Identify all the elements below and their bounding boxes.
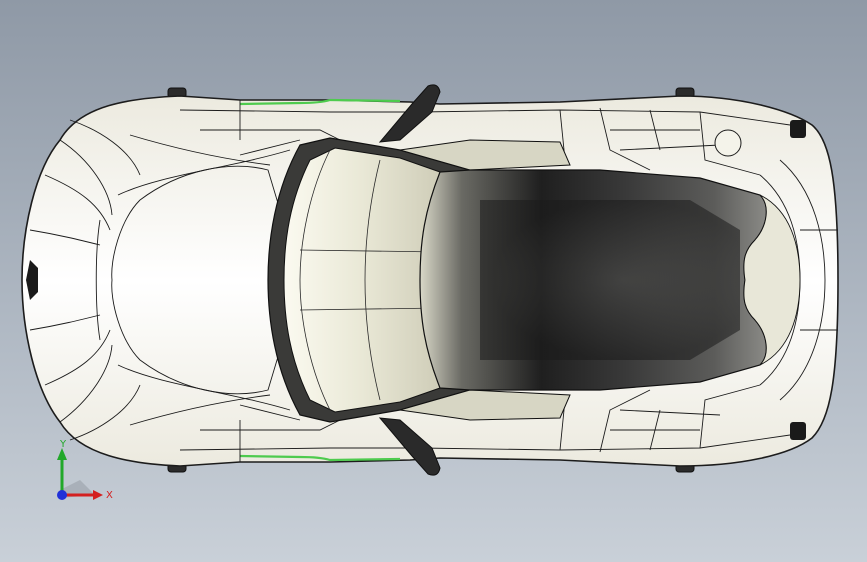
windshield bbox=[283, 147, 441, 413]
x-axis-arrow bbox=[93, 490, 103, 500]
axis-triad: Y X bbox=[57, 440, 113, 501]
car-model[interactable] bbox=[0, 0, 867, 562]
y-axis-label: Y bbox=[59, 440, 67, 450]
z-axis-dot bbox=[57, 490, 67, 500]
graphics-viewport[interactable]: Y X bbox=[0, 0, 867, 562]
roof-shine bbox=[480, 200, 740, 360]
fuel-cap bbox=[714, 129, 742, 157]
x-axis-label: X bbox=[106, 490, 113, 501]
